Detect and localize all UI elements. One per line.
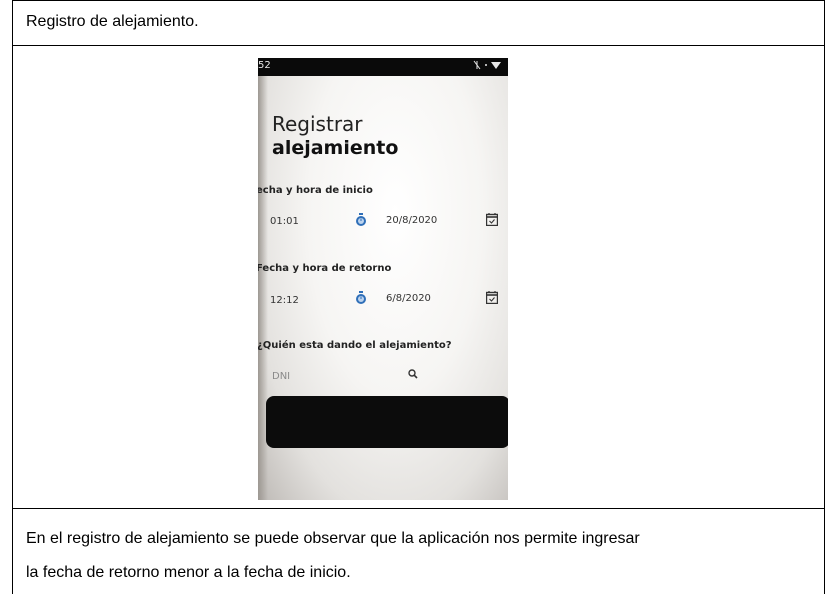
- stopwatch-icon[interactable]: [355, 291, 367, 305]
- start-date-field[interactable]: 20/8/2020: [386, 215, 437, 226]
- screen-title-line-2: alejamiento: [272, 137, 399, 159]
- start-datetime-label: echa y hora de inicio: [258, 185, 373, 196]
- stopwatch-icon[interactable]: [355, 213, 367, 227]
- calendar-icon[interactable]: [486, 213, 498, 226]
- description-cell: En el registro de alejamiento se puede o…: [12, 508, 825, 594]
- search-icon[interactable]: [408, 369, 418, 379]
- status-time: 52: [258, 60, 271, 71]
- status-icons: [472, 60, 502, 73]
- start-time-field[interactable]: 01:01: [270, 216, 299, 227]
- phone-photo: 52 Registrar alejamiento echa y hora de …: [258, 58, 508, 500]
- return-date-field[interactable]: 6/8/2020: [386, 293, 431, 304]
- dni-input[interactable]: DNI: [272, 371, 290, 382]
- return-time-field[interactable]: 12:12: [270, 295, 299, 306]
- status-bar: 52: [258, 58, 508, 76]
- calendar-icon[interactable]: [486, 291, 498, 304]
- who-label: ¿Quién esta dando el alejamiento?: [258, 340, 452, 351]
- header-text: Registro de alejamiento.: [26, 13, 199, 30]
- redacted-area: [266, 396, 508, 448]
- description-line-2: la fecha de retorno menor a la fecha de …: [26, 564, 351, 581]
- description-line-1: En el registro de alejamiento se puede o…: [26, 530, 640, 547]
- wifi-icon: [473, 60, 501, 70]
- return-datetime-label: Fecha y hora de retorno: [258, 263, 392, 274]
- screen-title-line-1: Registrar: [272, 112, 363, 136]
- header-cell: Registro de alejamiento.: [12, 0, 825, 46]
